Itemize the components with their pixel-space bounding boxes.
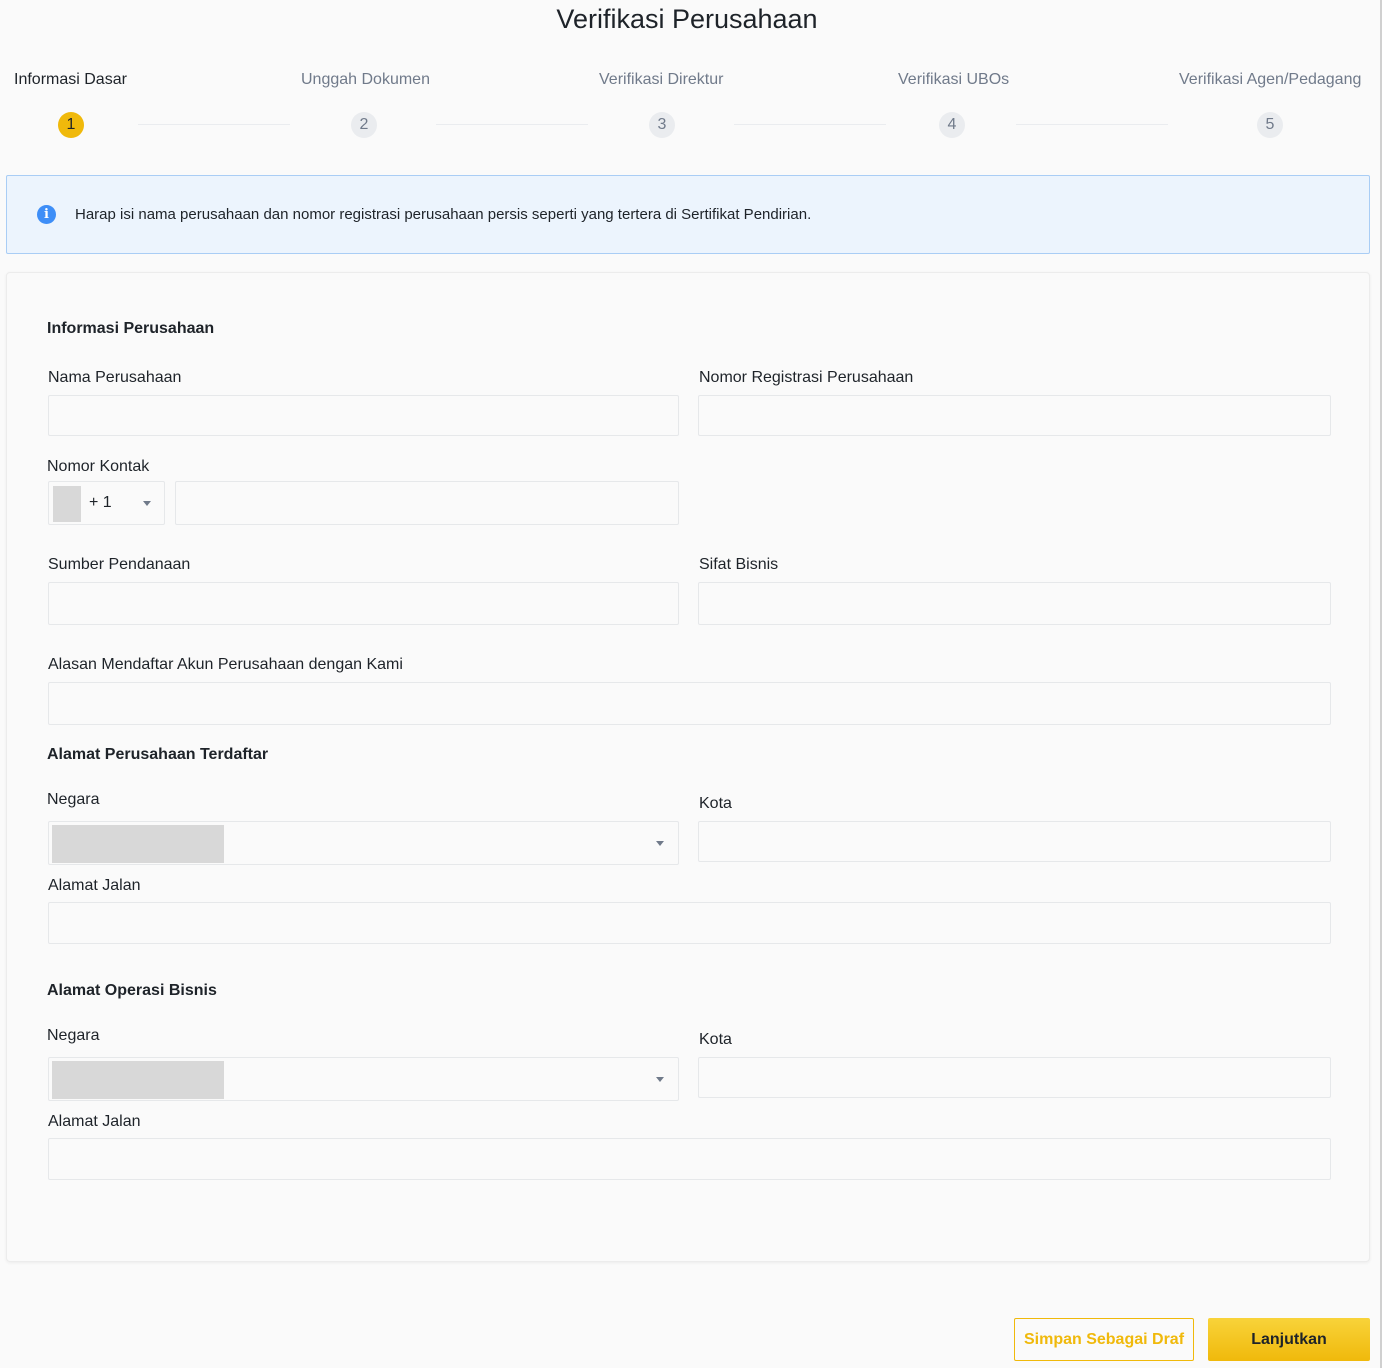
registration-reason-label: Alasan Mendaftar Akun Perusahaan dengan … [48,656,403,673]
business-nature-label: Sifat Bisnis [699,556,779,573]
section-title-company-info: Informasi Perusahaan [47,320,215,337]
country-flag-icon [52,1061,224,1099]
info-banner-text: Harap isi nama perusahaan dan nomor regi… [75,206,812,223]
operating-street-label: Alamat Jalan [48,1113,141,1130]
registered-country-select[interactable] [48,821,679,865]
step-number-2[interactable]: 2 [351,112,377,138]
operating-country-label: Negara [47,1027,100,1044]
operating-street-input[interactable] [48,1138,1331,1180]
step-label-basic-info[interactable]: Informasi Dasar [14,71,127,89]
registration-reason-input[interactable] [48,682,1331,725]
step-connector [138,124,290,125]
registered-country-label: Negara [47,791,100,808]
step-number-4[interactable]: 4 [939,112,965,138]
operating-city-label: Kota [699,1031,732,1048]
registered-street-input[interactable] [48,902,1331,944]
step-number-5[interactable]: 5 [1257,112,1283,138]
chevron-down-icon [143,501,151,506]
business-nature-input[interactable] [698,582,1331,625]
contact-number-input[interactable] [175,481,679,525]
company-form-card: Informasi Perusahaan Nama Perusahaan Nom… [6,272,1370,1262]
chevron-down-icon [656,1077,664,1082]
continue-button[interactable]: Lanjutkan [1208,1318,1370,1361]
section-title-operating-address: Alamat Operasi Bisnis [47,982,217,999]
company-name-input[interactable] [48,395,679,436]
step-label-ubo-verification[interactable]: Verifikasi UBOs [898,71,1009,89]
step-number-3[interactable]: 3 [649,112,675,138]
contact-number-label: Nomor Kontak [47,458,150,475]
info-banner: i Harap isi nama perusahaan dan nomor re… [6,175,1370,254]
registration-number-label: Nomor Registrasi Perusahaan [699,369,914,386]
step-label-agent-verification[interactable]: Verifikasi Agen/Pedagang [1179,71,1361,89]
country-code-value: + 1 [89,494,112,511]
step-connector [1016,124,1168,125]
source-of-funds-input[interactable] [48,582,679,625]
registered-street-label: Alamat Jalan [48,877,141,894]
page-title: Verifikasi Perusahaan [556,4,818,34]
registered-city-label: Kota [699,795,732,812]
registered-city-input[interactable] [698,821,1331,862]
step-connector [734,124,886,125]
step-number-1[interactable]: 1 [58,112,84,138]
registration-number-input[interactable] [698,395,1331,436]
chevron-down-icon [656,841,664,846]
save-draft-button[interactable]: Simpan Sebagai Draf [1014,1318,1194,1361]
country-flag-icon [52,825,224,863]
section-title-registered-address: Alamat Perusahaan Terdaftar [47,746,269,763]
step-label-upload-documents[interactable]: Unggah Dokumen [301,71,430,89]
step-label-director-verification[interactable]: Verifikasi Direktur [599,71,723,89]
operating-country-select[interactable] [48,1057,679,1101]
source-of-funds-label: Sumber Pendanaan [48,556,191,573]
company-name-label: Nama Perusahaan [48,369,182,386]
country-code-select[interactable]: + 1 [48,481,165,525]
operating-city-input[interactable] [698,1057,1331,1098]
info-icon: i [37,205,56,224]
country-flag-icon [53,486,81,522]
step-connector [436,124,588,125]
